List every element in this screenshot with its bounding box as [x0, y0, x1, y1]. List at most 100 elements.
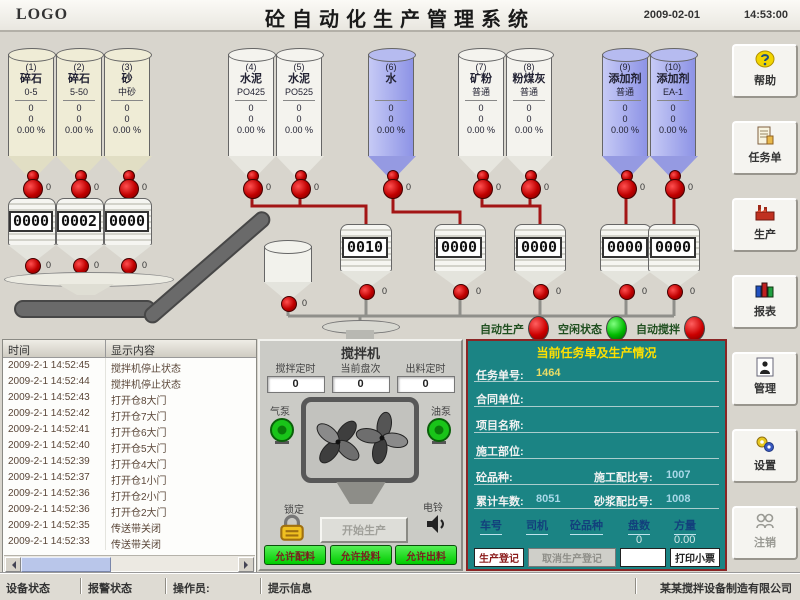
- silo-discharge-valve[interactable]: [119, 179, 139, 199]
- silo-divider: [63, 100, 95, 101]
- silo-top: [650, 48, 698, 62]
- weigh-hopper-valve[interactable]: [453, 284, 469, 300]
- sidebar-button-settings[interactable]: 设置: [732, 429, 798, 483]
- project-label: 项目名称:: [476, 417, 524, 433]
- statusbar-divider: [260, 578, 262, 594]
- silo-discharge-valve[interactable]: [473, 179, 493, 199]
- mortar-ratio-value: 1008: [666, 493, 690, 505]
- silo-discharge-valve[interactable]: [665, 179, 685, 199]
- weigh-hopper-valve[interactable]: [121, 258, 137, 274]
- col-concrete-type: 砼品种: [570, 517, 603, 535]
- mixer-field: 当前盘次 0: [332, 360, 390, 393]
- weight-display: 0000: [602, 237, 648, 258]
- aggregate-weigh-hopper: 0000 0: [8, 198, 56, 276]
- weight-display: 0000: [650, 237, 696, 258]
- weigh-hopper-valve[interactable]: [25, 258, 41, 274]
- silo-material-name: 水泥: [277, 73, 321, 86]
- permission-button[interactable]: 允许出料: [395, 545, 457, 565]
- silo-body: (8) 粉煤灰 普通 0 0 0.00 %: [506, 54, 552, 156]
- valve-value: 0: [46, 260, 51, 270]
- log-time: 2009-2-1 14:52:40: [3, 438, 106, 454]
- weigh-hopper-valve[interactable]: [533, 284, 549, 300]
- silo-discharge-valve[interactable]: [383, 179, 403, 199]
- permission-button[interactable]: 允许投料: [330, 545, 392, 565]
- silo-material-name: 水泥: [229, 73, 273, 86]
- log-row: 2009-2-1 14:52:42 打开仓7大门: [3, 406, 256, 422]
- log-message: 打开仓7大门: [106, 406, 256, 422]
- silo-top: [506, 48, 554, 62]
- log-message: 打开仓1小门: [106, 470, 256, 486]
- device-status-cell: 设备状态: [6, 580, 50, 596]
- silo-number: (4): [229, 61, 273, 73]
- mortar-ratio-label: 砂浆配比号:: [594, 493, 653, 509]
- material-silo: (9) 添加剂 普通 0 0 0.00 % 0: [602, 48, 650, 200]
- bell-speaker-icon[interactable]: [423, 511, 449, 537]
- pan-funnel: [58, 284, 114, 295]
- log-row: 2009-2-1 14:52:33 传送带关闭: [3, 534, 256, 550]
- silo-top: [8, 48, 56, 62]
- start-production-button[interactable]: 开始生产: [320, 517, 408, 543]
- inclined-conveyor-belt: [140, 208, 273, 327]
- silo-actual-value: 0: [651, 114, 695, 125]
- weigh-hopper-valve[interactable]: [667, 284, 683, 300]
- sidebar-button-production[interactable]: 生产: [732, 198, 798, 252]
- silo-discharge-valve[interactable]: [71, 179, 91, 199]
- silo-deviation-percent: 0.00 %: [369, 125, 413, 136]
- silo-discharge-valve[interactable]: [23, 179, 43, 199]
- aggregate-weigh-hopper: 0000 0: [104, 198, 152, 276]
- cancel-register-button[interactable]: 取消生产登记: [528, 548, 616, 567]
- log-header-content: 显示内容: [106, 340, 256, 357]
- sidebar-label: 管理: [734, 380, 796, 396]
- log-time: 2009-2-1 14:52:37: [3, 470, 106, 486]
- silo-divider: [15, 100, 47, 101]
- event-log-panel: 时间 显示内容 2009-2-1 14:52:45 搅拌机停止状态 2009-2…: [2, 339, 257, 573]
- log-time: 2009-2-1 14:52:44: [3, 374, 106, 390]
- status-lamp: [606, 316, 627, 341]
- silo-body: (1) 碎石 0-5 0 0 0.00 %: [8, 54, 54, 156]
- sidebar-button-reports[interactable]: 报表: [732, 275, 798, 329]
- sidebar-button-management[interactable]: 管理: [732, 352, 798, 406]
- blank-field-box[interactable]: [620, 548, 666, 567]
- production-register-button[interactable]: 生产登记: [474, 548, 524, 567]
- weigh-hopper-valve[interactable]: [619, 284, 635, 300]
- log-message: 传送带关闭: [106, 518, 256, 534]
- transfer-hopper-valve[interactable]: [281, 296, 297, 312]
- col-batches: 盘数: [628, 517, 650, 535]
- mixer-field: 出料定时 0: [397, 360, 455, 393]
- silo-actual-value: 0: [507, 114, 551, 125]
- valve-value: 0: [496, 182, 501, 192]
- sidebar-button-task-list[interactable]: 任务单: [732, 121, 798, 175]
- weigh-hopper-valve[interactable]: [359, 284, 375, 300]
- log-message: 打开仓4大门: [106, 454, 256, 470]
- silo-discharge-valve[interactable]: [617, 179, 637, 199]
- print-ticket-button[interactable]: 打印小票: [670, 548, 720, 567]
- silo-discharge-valve[interactable]: [291, 179, 311, 199]
- log-time: 2009-2-1 14:52:39: [3, 454, 106, 470]
- silo-body: (2) 碎石 5-50 0 0 0.00 %: [56, 54, 102, 156]
- scroll-left-arrow[interactable]: [5, 557, 21, 572]
- status-bar: 设备状态 报警状态 操作员: 提示信息 某某搅拌设备制造有限公司: [0, 573, 800, 600]
- silo-discharge-valve[interactable]: [521, 179, 541, 199]
- scrollbar-thumb[interactable]: [21, 557, 111, 572]
- weigh-hopper: 0000 0: [514, 224, 566, 306]
- message-cell: 提示信息: [268, 580, 312, 596]
- silo-number: (2): [57, 61, 101, 73]
- sidebar-button-logout[interactable]: 注销: [732, 506, 798, 560]
- permission-button[interactable]: 允许配料: [264, 545, 326, 565]
- status-lamp-label: 自动搅拌: [636, 321, 680, 337]
- lock-icon[interactable]: [276, 512, 308, 544]
- silo-discharge-valve[interactable]: [243, 179, 263, 199]
- log-horizontal-scrollbar[interactable]: [4, 555, 255, 571]
- sidebar-button-help[interactable]: 帮助: [732, 44, 798, 98]
- silo-top: [368, 48, 416, 62]
- air-pump-icon: [265, 416, 299, 446]
- status-lamp-label: 自动生产: [480, 321, 524, 337]
- scroll-right-arrow[interactable]: [238, 557, 254, 572]
- silo-deviation-percent: 0.00 %: [507, 125, 551, 136]
- log-message: 搅拌机停止状态: [106, 374, 256, 390]
- powder-silo-group: (7) 矿粉 普通 0 0 0.00 % 0 (8) 粉煤灰 普通 0 0 0.…: [458, 48, 554, 200]
- truck-count-label: 累计车数:: [476, 493, 524, 509]
- log-rows: 2009-2-1 14:52:45 搅拌机停止状态 2009-2-1 14:52…: [3, 358, 256, 550]
- aggregate-silo-group: (1) 碎石 0-5 0 0 0.00 % 0 (2) 碎石 5-50 0 0 …: [8, 48, 152, 200]
- silo-material-grade: PO525: [277, 86, 321, 98]
